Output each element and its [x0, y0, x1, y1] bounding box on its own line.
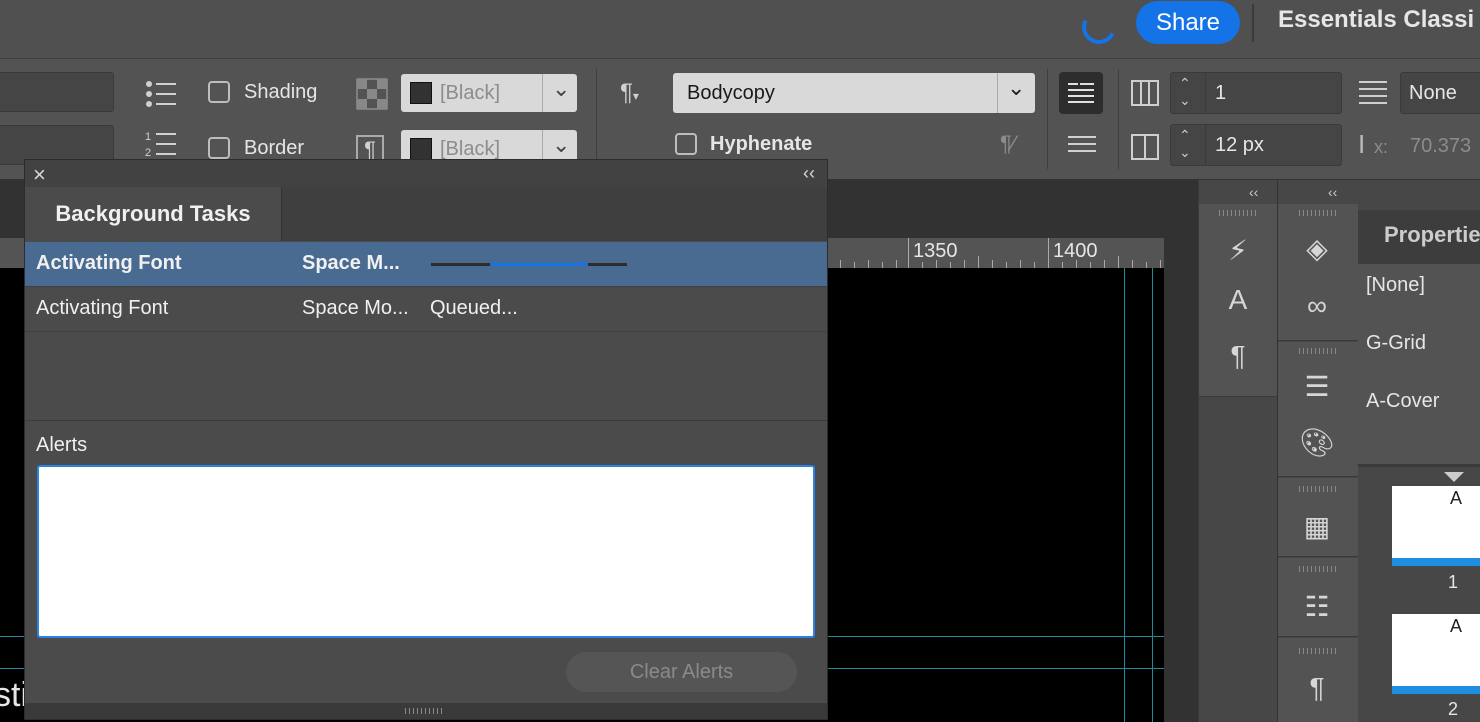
- alerts-label: Alerts: [36, 434, 88, 456]
- hyphenate-checkbox[interactable]: [675, 133, 697, 155]
- task-row[interactable]: Activating Font Space Mo... Queued...: [25, 287, 827, 332]
- text-wrap-icon[interactable]: ☷: [1278, 590, 1356, 623]
- layers-icon[interactable]: ◈: [1278, 232, 1356, 265]
- paragraph-style-icon: ¶▾: [620, 79, 639, 106]
- properties-tab[interactable]: Properties: [1358, 210, 1480, 264]
- divider: [25, 420, 827, 421]
- chevron-down-icon: ⌄: [1007, 75, 1026, 100]
- text-field[interactable]: [0, 72, 114, 112]
- stroke-icon[interactable]: ☰: [1278, 370, 1356, 403]
- panel-titlebar[interactable]: [25, 160, 827, 187]
- workspace-switcher[interactable]: Essentials Classi: [1278, 6, 1474, 34]
- background-tasks-panel: × ‹‹ Background Tasks Activating Font Sp…: [24, 159, 828, 720]
- gutter-value: 12 px: [1215, 134, 1264, 156]
- paragraph-style-dropdown[interactable]: Bodycopy ⌄: [673, 73, 1035, 113]
- shading-checkbox[interactable]: [208, 81, 230, 103]
- master-item[interactable]: A-Cover: [1366, 390, 1439, 413]
- task-font: Space M...: [302, 252, 400, 274]
- text-cursor-icon: I: [1358, 129, 1366, 159]
- progress-bar: [431, 263, 627, 266]
- resize-handle[interactable]: [25, 703, 827, 719]
- panel-tabbar: Background Tasks: [25, 187, 827, 241]
- collapse-icon[interactable]: ‹‹: [1328, 184, 1337, 200]
- page-master-letter: A: [1450, 488, 1463, 508]
- links-icon[interactable]: ∞: [1278, 290, 1356, 322]
- ruler-label: 1400: [1053, 240, 1098, 262]
- alerts-list[interactable]: [37, 465, 815, 638]
- chevron-down-icon: ⌄: [552, 76, 571, 101]
- columns-icon: [1131, 80, 1159, 106]
- task-font: Space Mo...: [302, 297, 409, 319]
- paragraph-icon[interactable]: ¶: [1278, 672, 1356, 704]
- svg-text:2: 2: [145, 147, 151, 159]
- ruler-label: 1350: [913, 240, 958, 262]
- task-row[interactable]: Activating Font Space M...: [25, 242, 827, 287]
- border-color-label: [Black]: [440, 138, 501, 160]
- application-bar: [0, 0, 1480, 59]
- bulleted-list-icon[interactable]: [144, 79, 178, 109]
- close-icon[interactable]: ×: [33, 162, 46, 188]
- master-item[interactable]: G-Grid: [1366, 332, 1426, 355]
- quick-apply-icon[interactable]: ⚡︎: [1199, 234, 1277, 267]
- svg-text:1: 1: [145, 131, 151, 143]
- task-status: Queued...: [430, 297, 518, 319]
- align-left-icon: [1068, 83, 1094, 103]
- task-name: Activating Font: [36, 297, 169, 319]
- panel-dock-column: ‹‹ ⚡︎ A ¶: [1198, 180, 1277, 722]
- no-break-icon[interactable]: ¶⁄: [1000, 131, 1016, 157]
- divider: [596, 69, 597, 169]
- properties-panel: Properties [None] G-Grid A-Cover A 1 A 2: [1358, 180, 1480, 722]
- tab-background-tasks[interactable]: Background Tasks: [25, 187, 282, 241]
- page-number: 1: [1448, 572, 1459, 592]
- character-styles-icon[interactable]: A: [1199, 284, 1277, 316]
- border-label: Border: [244, 137, 305, 159]
- span-columns-icon: [1131, 134, 1159, 160]
- span-value: None: [1409, 82, 1457, 104]
- stepper-arrows-icon[interactable]: ⌃ ⌄: [1179, 75, 1191, 109]
- swatches-palette-icon[interactable]: 🎨︎: [1278, 426, 1356, 459]
- columns-field[interactable]: ⌃ ⌄ 1: [1170, 72, 1342, 114]
- x-value: 70.373: [1410, 135, 1472, 157]
- numbered-list-icon[interactable]: 1 2: [144, 129, 178, 161]
- clear-alerts-button[interactable]: Clear Alerts: [566, 652, 797, 692]
- border-checkbox[interactable]: [208, 137, 230, 159]
- paragraph-style-value: Bodycopy: [687, 82, 775, 104]
- hyphenate-label: Hyphenate: [710, 133, 813, 155]
- color-swatch: [410, 82, 432, 104]
- shading-grid-icon[interactable]: [356, 78, 388, 110]
- color-swatch: [410, 138, 432, 160]
- divider: [1252, 4, 1254, 42]
- x-label: x:: [1374, 137, 1389, 157]
- page-thumbnail[interactable]: A: [1392, 614, 1480, 694]
- properties-title: Properties: [1384, 222, 1480, 247]
- shading-color-dropdown[interactable]: [Black] ⌄: [401, 74, 577, 112]
- align-left-button[interactable]: [1059, 72, 1103, 114]
- guide-line[interactable]: [1124, 268, 1125, 722]
- collapse-icon[interactable]: ‹‹: [803, 163, 815, 184]
- page-master-letter: A: [1450, 616, 1463, 636]
- justify-icon[interactable]: [1066, 133, 1098, 157]
- collapse-icon[interactable]: ‹‹: [1249, 184, 1258, 200]
- current-page-marker-icon: [1444, 472, 1464, 482]
- master-item[interactable]: [None]: [1366, 274, 1425, 297]
- guide-line[interactable]: [1152, 268, 1153, 722]
- chevron-down-icon: ⌄: [552, 132, 571, 157]
- divider: [1118, 69, 1119, 169]
- share-button[interactable]: Share: [1136, 1, 1240, 44]
- panel-dock-column: ‹‹ ◈ ∞ ☰ 🎨︎ ▦ ☷ ¶: [1278, 180, 1358, 722]
- progress-fill: [489, 263, 588, 266]
- divider: [1047, 69, 1048, 169]
- shading-label: Shading: [244, 81, 318, 103]
- page-number: 2: [1448, 699, 1459, 719]
- table-icon[interactable]: ▦: [1278, 510, 1356, 543]
- gutter-field[interactable]: ⌃ ⌄ 12 px: [1170, 124, 1342, 166]
- columns-value: 1: [1215, 82, 1227, 104]
- page-thumbnail[interactable]: A: [1392, 486, 1480, 566]
- task-name: Activating Font: [36, 252, 182, 274]
- paragraph-styles-icon[interactable]: ¶: [1199, 340, 1277, 372]
- span-icon: [1359, 81, 1387, 104]
- stepper-arrows-icon[interactable]: ⌃ ⌄: [1179, 127, 1191, 161]
- shading-color-label: [Black]: [440, 82, 501, 104]
- span-field[interactable]: None: [1400, 72, 1480, 114]
